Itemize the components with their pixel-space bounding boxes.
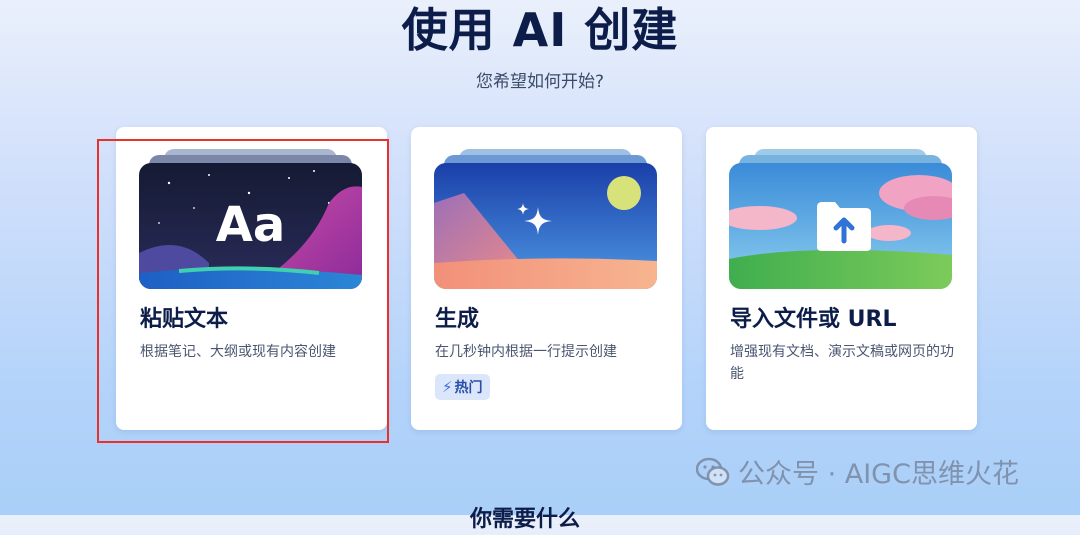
watermark: 公众号 · AIGC思维火花 [696, 452, 1019, 491]
next-section-heading: 你需要什么 [470, 507, 581, 532]
watermark-text: 公众号 · AIGC思维火花 [738, 459, 1019, 490]
lightning-icon: ⚡ [442, 378, 453, 396]
import-file-card[interactable]: 导入文件或 URL 增强现有文档、演示文稿或网页的功能 [706, 127, 977, 430]
card-title: 导入文件或 URL [730, 307, 897, 332]
generate-thumbnail [434, 149, 657, 289]
upload-folder-icon [817, 202, 871, 251]
page-title: 使用 AI 创建 [401, 3, 679, 57]
card-description: 增强现有文档、演示文稿或网页的功能 [730, 344, 954, 382]
import-thumbnail [729, 149, 952, 289]
page-subtitle: 您希望如何开始? [475, 72, 605, 92]
generate-card[interactable]: 生成 在几秒钟内根据一行提示创建 ⚡ 热门 [411, 127, 682, 430]
selection-highlight [97, 139, 389, 443]
wechat-icon [696, 457, 730, 486]
card-description: 在几秒钟内根据一行提示创建 [435, 344, 617, 360]
card-title: 生成 [435, 307, 480, 332]
popular-badge: ⚡ 热门 [435, 374, 490, 400]
badge-label: 热门 [454, 380, 483, 396]
sparkle-icon [517, 203, 552, 235]
